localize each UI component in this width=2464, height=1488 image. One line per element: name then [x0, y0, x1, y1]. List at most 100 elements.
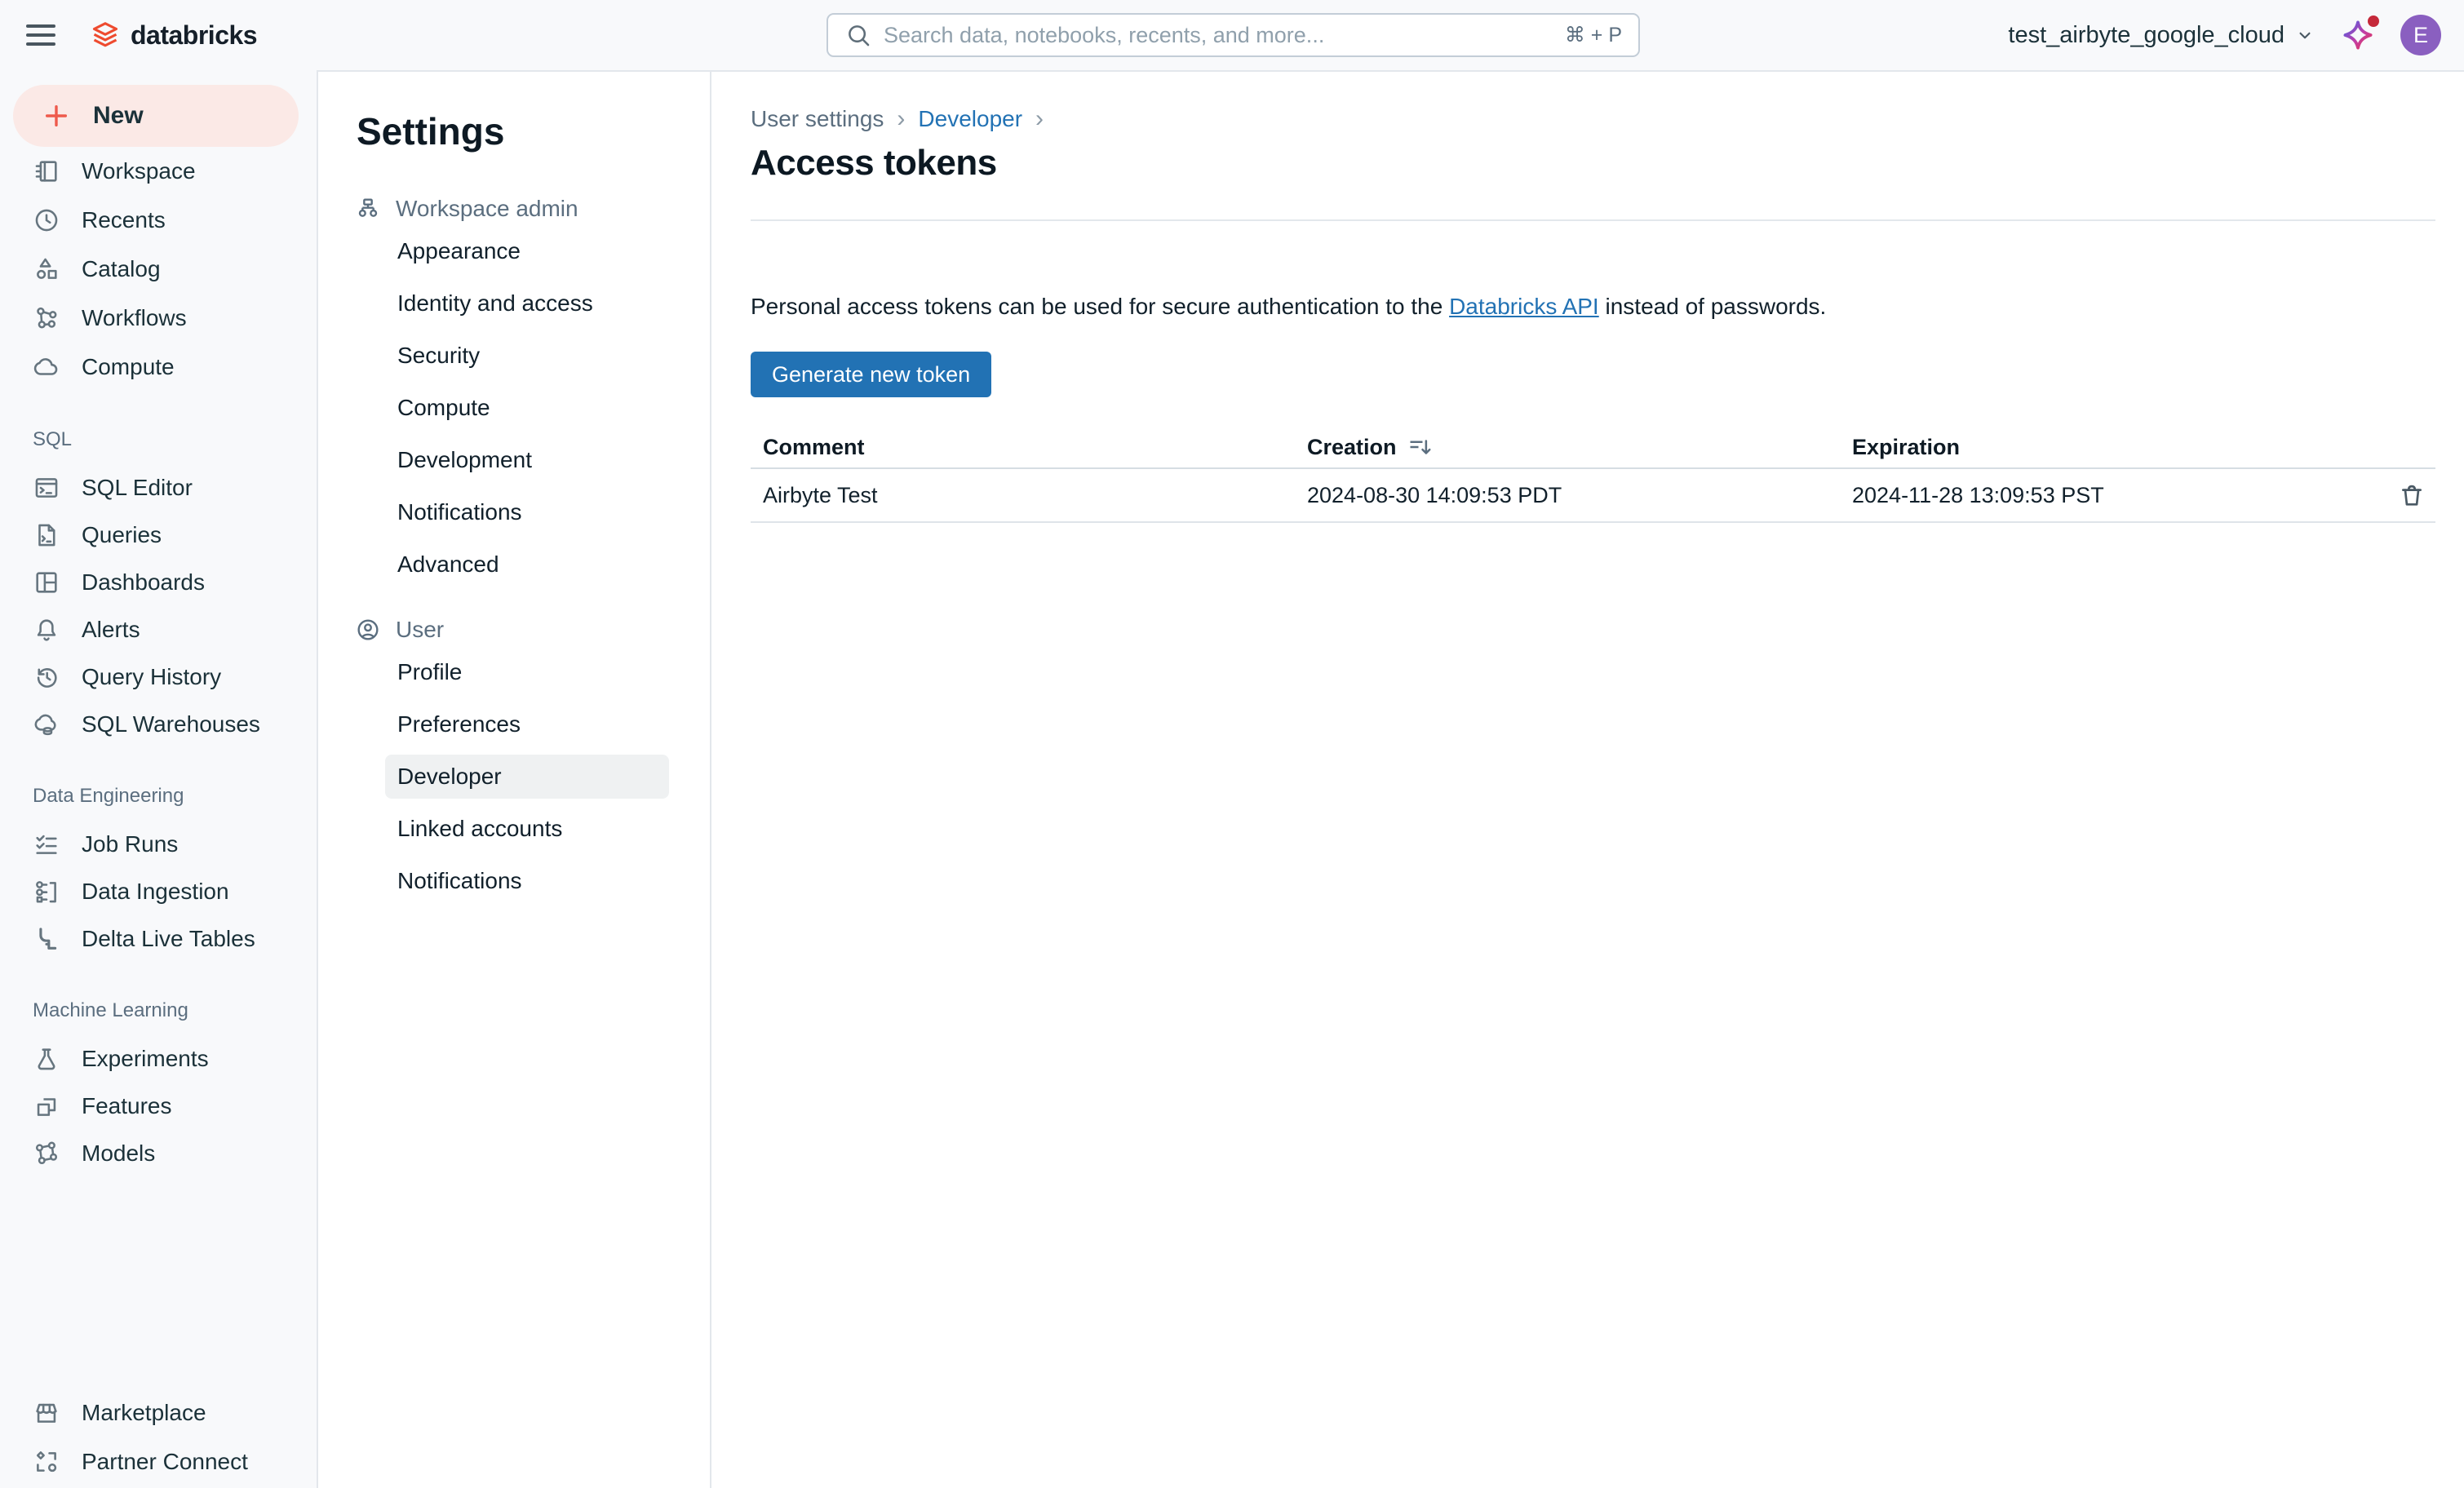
settings-group-label: User — [396, 617, 444, 643]
sidebar-item-label: Models — [82, 1140, 155, 1167]
sidebar-item-label: Dashboards — [82, 569, 205, 596]
hamburger-menu-icon[interactable] — [26, 24, 55, 46]
sidebar-item-label: Workflows — [82, 305, 187, 331]
workspace-selector[interactable]: test_airbyte_google_cloud — [2008, 22, 2316, 49]
bell-icon — [33, 616, 60, 644]
settings-item-user-notifications[interactable]: Notifications — [318, 855, 710, 907]
breadcrumb-user-settings[interactable]: User settings — [751, 106, 884, 132]
search-input[interactable] — [884, 23, 1553, 48]
settings-group-label: Workspace admin — [396, 196, 578, 222]
sidebar-item-query-history[interactable]: Query History — [0, 653, 317, 701]
column-header-expiration: Expiration — [1840, 435, 2435, 460]
settings-item-developer[interactable]: Developer — [318, 751, 710, 803]
sidebar-item-label: Recents — [82, 207, 166, 233]
databricks-logo: databricks — [88, 18, 257, 52]
breadcrumb-developer[interactable]: Developer — [918, 106, 1022, 132]
settings-item-profile[interactable]: Profile — [318, 646, 710, 698]
sidebar-item-delta-live-tables[interactable]: Delta Live Tables — [0, 915, 317, 963]
delta-live-tables-icon — [33, 925, 60, 953]
chevron-down-icon — [2294, 24, 2316, 46]
sidebar-item-recents[interactable]: Recents — [0, 196, 317, 245]
sidebar-item-label: Catalog — [82, 256, 161, 282]
org-chart-icon — [355, 196, 381, 222]
sidebar-item-label: Delta Live Tables — [82, 926, 255, 952]
settings-item-development[interactable]: Development — [318, 434, 710, 486]
sidebar-item-label: Queries — [82, 522, 162, 548]
settings-item-advanced[interactable]: Advanced — [318, 538, 710, 591]
catalog-icon — [33, 255, 60, 283]
table-header-row: Comment Creation Expiration — [751, 427, 2435, 469]
topbar-right: test_airbyte_google_cloud E — [2008, 0, 2441, 70]
settings-item-appearance[interactable]: Appearance — [318, 225, 710, 277]
sidebar-item-catalog[interactable]: Catalog — [0, 245, 317, 294]
sidebar-item-label: Partner Connect — [82, 1449, 248, 1475]
settings-item-security[interactable]: Security — [318, 330, 710, 382]
search-icon — [844, 21, 872, 49]
generate-new-token-button[interactable]: Generate new token — [751, 352, 991, 397]
sidebar-item-data-ingestion[interactable]: Data Ingestion — [0, 868, 317, 915]
settings-item-notifications[interactable]: Notifications — [318, 486, 710, 538]
sidebar: New Workspace Recents Catalog Workflows … — [0, 70, 318, 1488]
cell-expiration: 2024-11-28 13:09:53 PST — [1840, 481, 2435, 509]
databricks-logo-icon — [88, 18, 122, 52]
partner-connect-icon — [33, 1448, 60, 1476]
sidebar-item-features[interactable]: Features — [0, 1083, 317, 1130]
history-icon — [33, 663, 60, 691]
sidebar-item-experiments[interactable]: Experiments — [0, 1035, 317, 1083]
sidebar-item-label: Query History — [82, 664, 221, 690]
warehouse-icon — [33, 711, 60, 738]
sidebar-item-label: SQL Warehouses — [82, 711, 260, 737]
sidebar-item-label: Features — [82, 1093, 172, 1119]
sidebar-item-workspace[interactable]: Workspace — [0, 147, 317, 196]
settings-group-workspace-admin: Workspace admin — [318, 193, 710, 225]
new-button[interactable]: New — [13, 85, 299, 147]
page-title: Access tokens — [751, 143, 2435, 184]
settings-item-identity-and-access[interactable]: Identity and access — [318, 277, 710, 330]
settings-item-compute[interactable]: Compute — [318, 382, 710, 434]
sidebar-item-alerts[interactable]: Alerts — [0, 606, 317, 653]
sidebar-item-compute[interactable]: Compute — [0, 343, 317, 392]
title-divider — [751, 219, 2435, 221]
column-header-creation[interactable]: Creation — [1295, 435, 1840, 460]
sidebar-item-job-runs[interactable]: Job Runs — [0, 821, 317, 868]
sidebar-item-label: Marketplace — [82, 1400, 206, 1426]
workspace-name: test_airbyte_google_cloud — [2008, 22, 2285, 49]
assistant-button[interactable] — [2340, 17, 2376, 53]
avatar[interactable]: E — [2400, 15, 2441, 55]
flask-icon — [33, 1045, 60, 1073]
column-header-comment: Comment — [751, 435, 1295, 460]
workflows-icon — [33, 304, 60, 332]
sidebar-item-partner-connect[interactable]: Partner Connect — [0, 1437, 317, 1486]
sidebar-item-sql-warehouses[interactable]: SQL Warehouses — [0, 701, 317, 748]
settings-nav-panel: Settings Workspace admin Appearance Iden… — [318, 70, 711, 1488]
settings-item-preferences[interactable]: Preferences — [318, 698, 710, 751]
sidebar-item-dashboards[interactable]: Dashboards — [0, 559, 317, 606]
search-shortcut: ⌘ + P — [1565, 23, 1622, 47]
notification-dot — [2368, 16, 2379, 27]
workspace-icon — [33, 157, 60, 185]
delete-token-button[interactable] — [2398, 481, 2426, 509]
plus-icon — [42, 102, 70, 130]
sidebar-item-sql-editor[interactable]: SQL Editor — [0, 464, 317, 512]
global-search[interactable]: ⌘ + P — [827, 13, 1640, 57]
description: Personal access tokens can be used for s… — [751, 293, 2435, 321]
sidebar-item-label: Data Ingestion — [82, 879, 229, 905]
sidebar-item-label: Job Runs — [82, 831, 178, 857]
databricks-api-link[interactable]: Databricks API — [1449, 294, 1599, 319]
logo-wordmark: databricks — [131, 20, 257, 51]
marketplace-icon — [33, 1399, 60, 1427]
breadcrumb-separator: › — [1035, 105, 1044, 133]
topbar: databricks ⌘ + P test_airbyte_google_clo… — [0, 0, 2464, 70]
sidebar-item-models[interactable]: Models — [0, 1130, 317, 1177]
trash-icon — [2398, 481, 2426, 509]
sidebar-bottom: Marketplace Partner Connect — [0, 1375, 317, 1486]
table-row: Airbyte Test 2024-08-30 14:09:53 PDT 202… — [751, 469, 2435, 523]
clock-icon — [33, 206, 60, 234]
sidebar-item-queries[interactable]: Queries — [0, 512, 317, 559]
sidebar-item-workflows[interactable]: Workflows — [0, 294, 317, 343]
sidebar-item-marketplace[interactable]: Marketplace — [0, 1388, 317, 1437]
sidebar-section-machine-learning: Machine Learning — [0, 996, 317, 1025]
sort-descending-icon[interactable] — [1408, 435, 1433, 459]
settings-item-linked-accounts[interactable]: Linked accounts — [318, 803, 710, 855]
data-ingestion-icon — [33, 878, 60, 906]
